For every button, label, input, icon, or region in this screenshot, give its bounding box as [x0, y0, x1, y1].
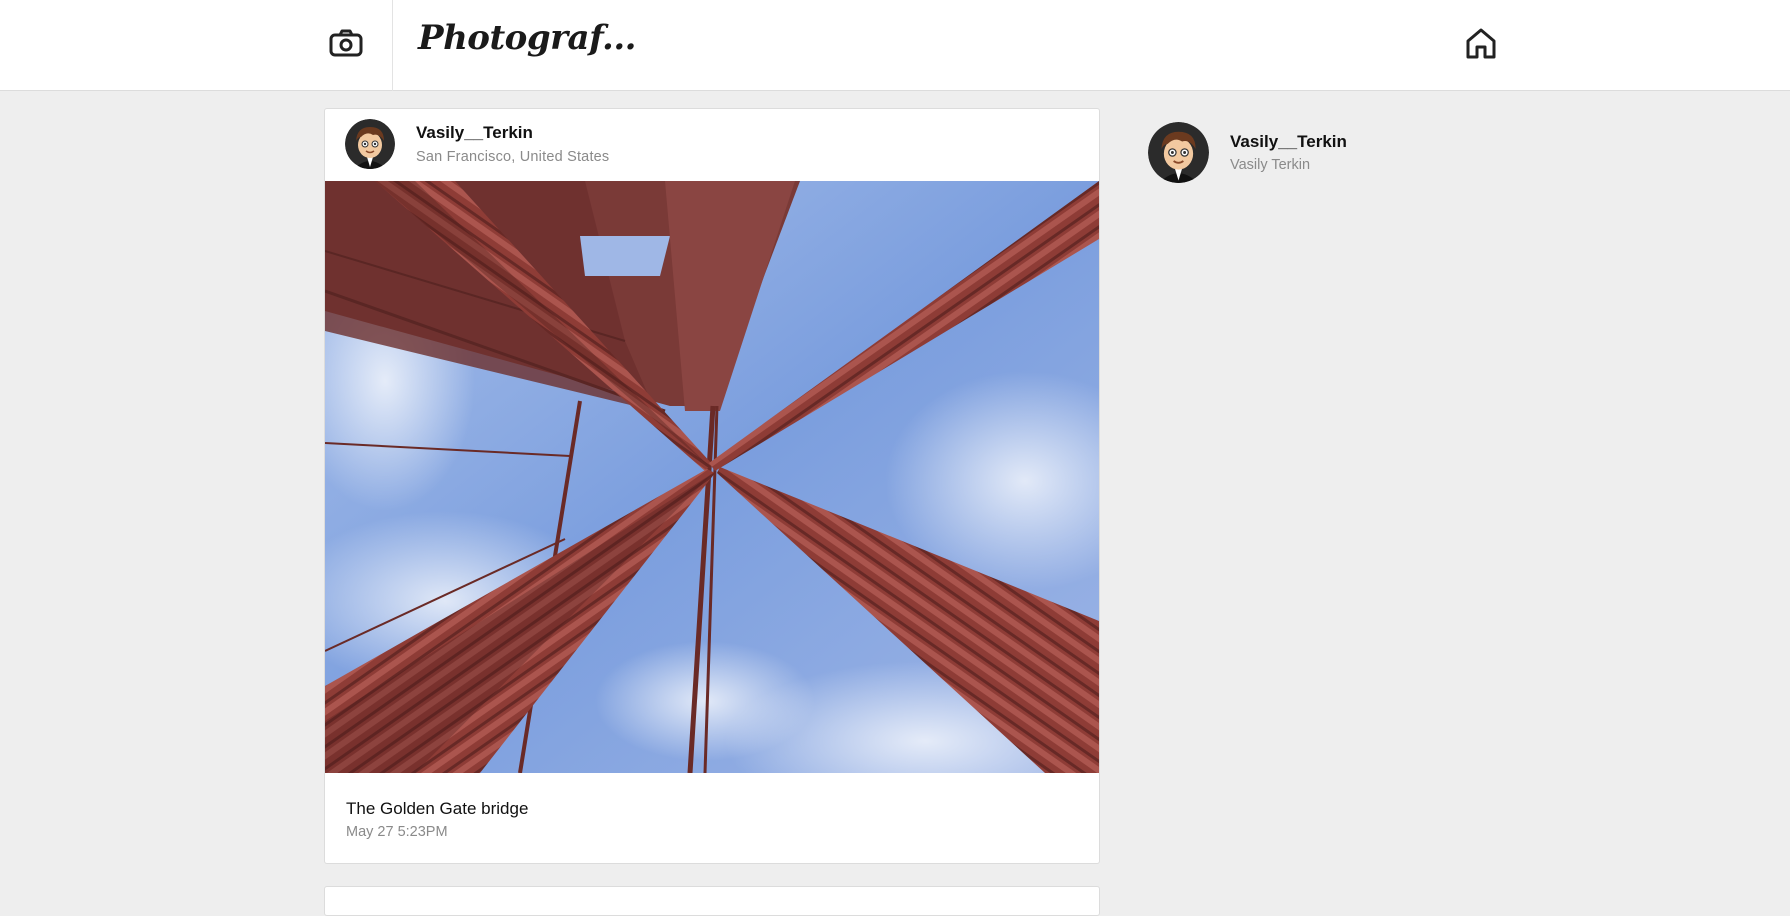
sidebar-full-name: Vasily Terkin — [1230, 157, 1311, 173]
post-author-username[interactable]: Vasily__Terkin — [416, 123, 533, 143]
home-icon — [1466, 28, 1496, 59]
next-post-card — [324, 886, 1100, 916]
post-card: Vasily__Terkin San Francisco, United Sta… — [324, 108, 1100, 864]
home-button[interactable] — [1460, 22, 1502, 64]
navbar-divider — [392, 0, 393, 91]
post-location: San Francisco, United States — [416, 149, 610, 165]
camera-icon — [329, 29, 363, 57]
post-header: Vasily__Terkin San Francisco, United Sta… — [325, 109, 1099, 181]
camera-button[interactable] — [325, 22, 367, 64]
top-navbar: Photograf... — [0, 0, 1790, 91]
post-timestamp: May 27 5:23PM — [346, 824, 448, 840]
sidebar-username[interactable]: Vasily__Terkin — [1230, 132, 1347, 152]
post-author-avatar[interactable] — [345, 119, 395, 169]
brand-logo[interactable]: Photograf... — [418, 18, 637, 58]
sidebar-profile: Vasily__Terkin Vasily Terkin — [1148, 122, 1468, 186]
post-photo[interactable] — [325, 181, 1099, 773]
sidebar-avatar[interactable] — [1148, 122, 1209, 183]
post-caption: The Golden Gate bridge — [346, 799, 529, 818]
